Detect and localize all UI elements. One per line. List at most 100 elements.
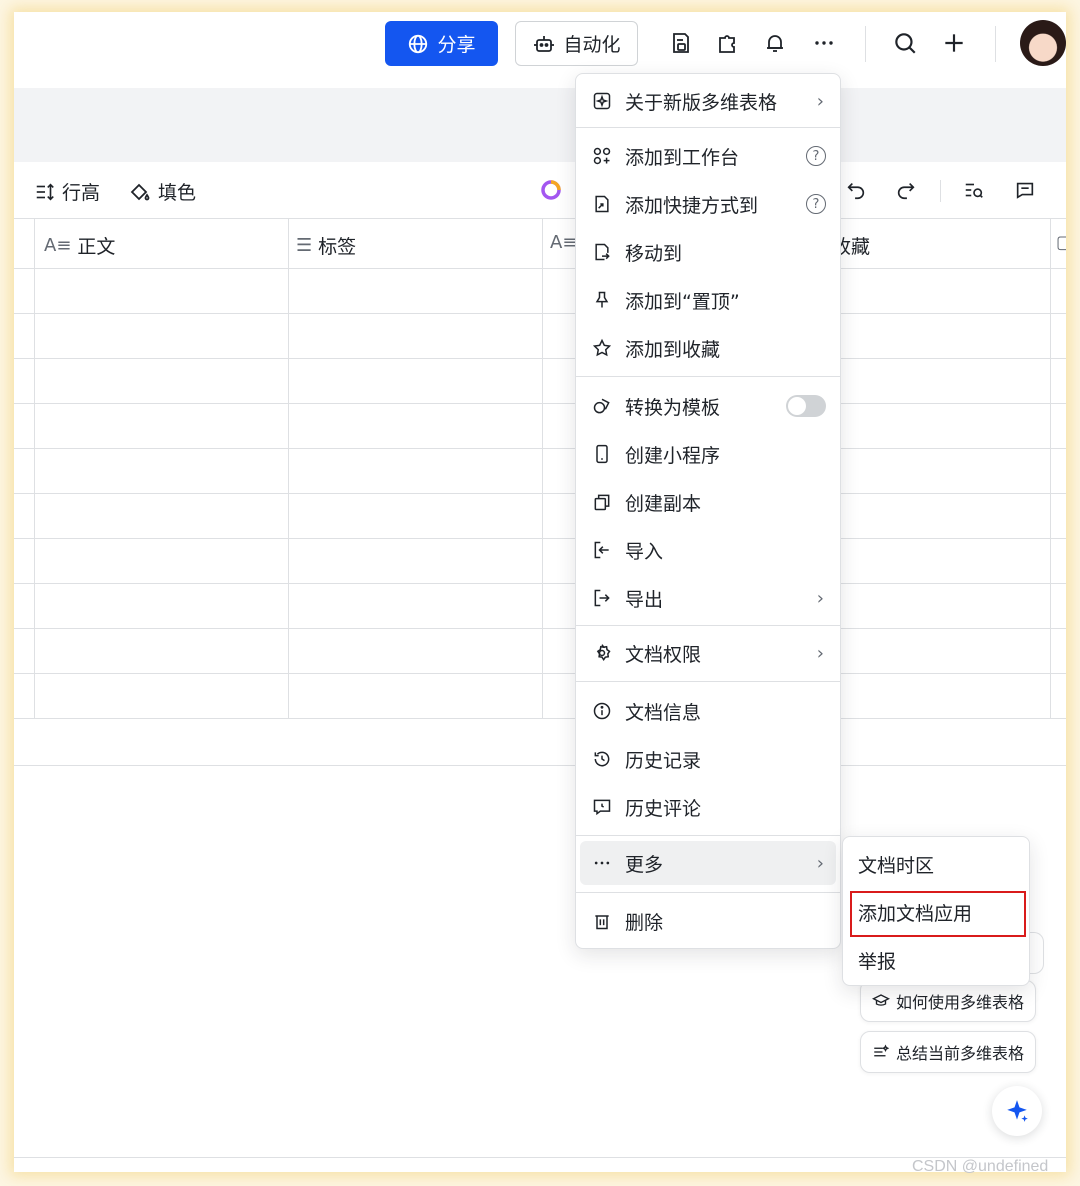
trash-icon	[591, 910, 613, 932]
menu-item-label: 转换为模板	[625, 396, 721, 419]
mini-program-icon	[591, 443, 613, 465]
menu-item-label: 创建副本	[625, 492, 702, 515]
menu-item-create-mini-program[interactable]: 创建小程序	[576, 432, 840, 476]
bell-icon[interactable]	[760, 28, 790, 58]
shortcut-icon	[591, 193, 613, 215]
fill-color-button[interactable]: 填色	[128, 178, 196, 205]
menu-item-add-shortcut[interactable]: 添加快捷方式到 ?	[576, 182, 840, 226]
row-height-button[interactable]: 行高	[34, 178, 100, 205]
more-dots-icon	[591, 852, 613, 874]
column-header-next[interactable]: ▢	[1056, 232, 1066, 253]
comment-icon[interactable]	[1011, 176, 1039, 204]
grid-line	[1050, 218, 1051, 718]
menu-item-pin[interactable]: 添加到“置顶”	[576, 278, 840, 322]
menu-item-label: 添加到工作台	[625, 146, 740, 169]
text-field-icon: A≡	[44, 235, 72, 256]
menu-item-label: 历史评论	[625, 797, 702, 820]
column-header-tags[interactable]: ☰ 标签	[296, 232, 356, 259]
ai-assistant-button[interactable]	[992, 1086, 1042, 1136]
header-divider	[865, 26, 866, 62]
more-submenu: 文档时区 添加文档应用 举报	[842, 836, 1030, 986]
find-icon[interactable]	[960, 176, 988, 204]
share-button[interactable]: 分享	[385, 21, 498, 66]
column-header-label: 标签	[318, 236, 357, 258]
chevron-right-icon: ›	[816, 587, 824, 609]
menu-item-history[interactable]: 历史记录	[576, 737, 840, 781]
grid-line	[14, 358, 1066, 359]
redo-icon[interactable]	[892, 176, 920, 204]
search-icon[interactable]	[890, 28, 920, 58]
template-toggle[interactable]	[786, 395, 826, 417]
gear-icon	[591, 642, 613, 664]
summary-icon	[874, 1044, 890, 1057]
ai-suggestion-label: 如何使用多维表格	[896, 993, 1025, 1012]
globe-icon	[409, 34, 428, 53]
menu-item-add-to-favorites[interactable]: 添加到收藏	[576, 326, 840, 370]
grid-line	[14, 628, 1066, 629]
menu-item-convert-to-template[interactable]: 转换为模板	[576, 384, 840, 428]
menu-item-label: 导出	[625, 588, 664, 611]
grid-line	[14, 448, 1066, 449]
menu-divider	[576, 892, 840, 893]
submenu-item-label: 文档时区	[858, 855, 935, 877]
menu-item-doc-permissions[interactable]: 文档权限 ›	[576, 631, 840, 675]
column-header-label: 正文	[77, 236, 116, 258]
graduation-cap-icon	[872, 994, 890, 1006]
grid-line	[14, 313, 1066, 314]
plugin-icon[interactable]	[713, 28, 743, 58]
sparkle-frame-icon	[591, 90, 613, 112]
ai-suggestion-how-to-use[interactable]: 如何使用多维表格	[860, 980, 1037, 1022]
avatar[interactable]	[1020, 20, 1066, 66]
submenu-item-add-doc-app[interactable]: 添加文档应用	[858, 899, 972, 926]
ai-suggestion-summarize[interactable]: 总结当前多维表格	[860, 1031, 1037, 1073]
menu-item-export[interactable]: 导出 ›	[576, 576, 840, 620]
submenu-item-doc-timezone[interactable]: 文档时区	[858, 851, 934, 878]
share-label: 分享	[437, 34, 476, 56]
watermark: CSDN @undefined	[912, 1158, 1049, 1175]
ai-suggestion-label: 总结当前多维表格	[896, 1044, 1025, 1063]
menu-divider	[576, 376, 840, 377]
submenu-item-report[interactable]: 举报	[858, 947, 896, 974]
menu-item-label: 删除	[625, 911, 664, 934]
chevron-right-icon: ›	[816, 90, 824, 112]
row-height-icon	[36, 182, 54, 201]
menu-item-add-to-workspace[interactable]: 添加到工作台 ?	[576, 134, 840, 178]
menu-item-label: 添加到“置顶”	[625, 290, 740, 313]
paint-bucket-icon	[130, 183, 150, 200]
ai-suggestion-chip-hidden[interactable]	[1030, 932, 1044, 974]
submenu-item-label: 添加文档应用	[858, 903, 973, 925]
menu-item-move-to[interactable]: 移动到	[576, 230, 840, 274]
more-options-icon[interactable]	[809, 28, 839, 58]
column-header-hidden[interactable]: A≡	[550, 232, 577, 253]
help-icon[interactable]: ?	[806, 146, 826, 166]
column-header-body[interactable]: A≡ 正文	[44, 232, 115, 259]
grid-line	[14, 673, 1066, 674]
menu-item-comment-history[interactable]: 历史评论	[576, 785, 840, 829]
row-height-label: 行高	[62, 182, 101, 204]
menu-item-more[interactable]: 更多 ›	[580, 841, 836, 885]
chevron-right-icon: ›	[816, 852, 824, 874]
comment-history-icon	[591, 796, 613, 818]
ai-assistant-icon[interactable]	[537, 176, 565, 204]
automation-label: 自动化	[563, 34, 621, 56]
menu-item-label: 历史记录	[625, 749, 702, 772]
history-icon	[591, 748, 613, 770]
pin-icon	[591, 289, 613, 311]
menu-item-create-copy[interactable]: 创建副本	[576, 480, 840, 524]
automation-button[interactable]: 自动化	[515, 21, 638, 66]
menu-item-delete[interactable]: 删除	[576, 899, 840, 943]
menu-item-label: 移动到	[625, 242, 683, 265]
undo-icon[interactable]	[842, 176, 870, 204]
menu-item-doc-info[interactable]: 文档信息	[576, 689, 840, 733]
menu-item-about-new-base[interactable]: 关于新版多维表格 ›	[576, 79, 840, 123]
chevron-right-icon: ›	[816, 642, 824, 664]
menu-item-import[interactable]: 导入	[576, 528, 840, 572]
document-toolbox-icon[interactable]	[666, 28, 696, 58]
help-icon[interactable]: ?	[806, 194, 826, 214]
plus-icon[interactable]	[939, 28, 969, 58]
toolbar-divider	[940, 180, 941, 202]
menu-divider	[576, 625, 840, 626]
export-icon	[591, 587, 613, 609]
menu-item-label: 更多	[625, 853, 664, 876]
submenu-item-label: 举报	[858, 951, 897, 973]
